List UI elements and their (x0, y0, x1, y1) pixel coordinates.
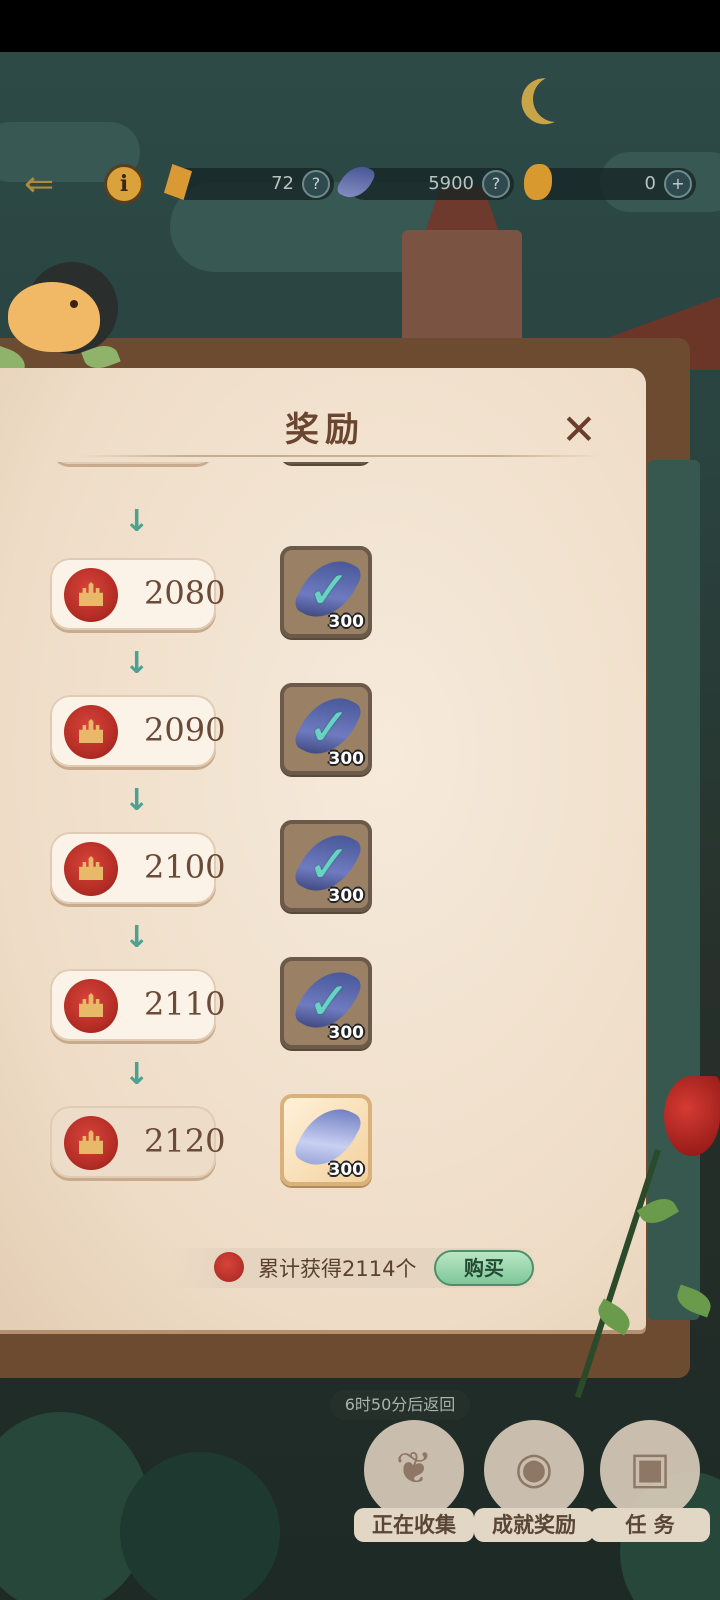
button-label: 任 务 (590, 1508, 710, 1542)
wax-seal-icon (64, 705, 118, 759)
threshold-pill: 2080 (50, 558, 225, 630)
reward-item[interactable]: ✓ 300 (280, 546, 372, 638)
resource-gold: 0 + (524, 164, 696, 200)
back-button[interactable]: ⇐ (24, 167, 74, 203)
list-item: 2090 ✓ 300 ↓ (0, 683, 640, 832)
threshold-value: 2120 (144, 1122, 226, 1160)
close-icon: ✕ (561, 405, 597, 454)
wax-seal-icon: ◉ (514, 1443, 554, 1494)
rose-decoration (664, 1076, 720, 1156)
reward-item[interactable]: ✓ 300 (280, 957, 372, 1049)
info-button[interactable]: i (104, 164, 144, 204)
threshold-pill: 2120 (50, 1106, 225, 1178)
top-hud: ⇐ i 72 ? 5900 ? 0 + (0, 159, 720, 210)
bird-mascot (8, 282, 100, 352)
reward-item[interactable]: 300 (280, 1094, 372, 1186)
threshold-pill: 2090 (50, 695, 225, 767)
reward-quantity: 300 (328, 1023, 365, 1043)
back-arrow-icon: ⇐ (24, 164, 55, 205)
reward-item[interactable]: ✓ 300 (280, 820, 372, 912)
help-button[interactable]: ? (302, 170, 330, 198)
tower (402, 230, 522, 350)
close-button[interactable]: ✕ (557, 408, 601, 452)
resource-value: 0 (644, 173, 656, 194)
arrow-down-icon: ↓ (124, 783, 150, 818)
info-icon: i (119, 171, 129, 197)
reward-list[interactable]: 300 ↓ 2080 ✓ 300 ↓ 2090 ✓ 300 ↓ 2100 (0, 462, 640, 1222)
threshold-pill (50, 462, 216, 464)
return-timer: 6时50分后返回 (330, 1390, 470, 1420)
arrow-down-icon: ↓ (124, 646, 150, 681)
reward-item[interactable]: 300 (280, 462, 372, 464)
wax-seal-icon (64, 842, 118, 896)
check-icon: ✓ (307, 835, 351, 895)
buy-button[interactable]: 购买 (434, 1250, 534, 1286)
wax-seal-icon (214, 1252, 244, 1282)
resource-feather: 5900 ? (335, 159, 514, 205)
gold-leaf-icon (524, 164, 552, 200)
threshold-pill: 2110 (50, 969, 225, 1041)
button-label: 正在收集 (354, 1508, 474, 1542)
list-item: 2120 300 (0, 1094, 640, 1222)
feather-icon: ❦ (395, 1443, 433, 1494)
amber-crystal-icon (164, 164, 192, 200)
total-collected-text: 累计获得2114个 (258, 1257, 417, 1281)
check-icon: ✓ (307, 561, 351, 621)
button-label: 成就奖励 (474, 1508, 594, 1542)
reward-quantity: 300 (328, 1160, 365, 1180)
status-bar (0, 0, 720, 52)
resource-value: 5900 (428, 173, 474, 194)
resource-value: 72 (271, 173, 294, 194)
reward-item[interactable]: ✓ 300 (280, 683, 372, 775)
check-icon: ✓ (307, 972, 351, 1032)
threshold-value: 2100 (144, 848, 226, 886)
add-button[interactable]: + (664, 170, 692, 198)
wax-seal-icon (64, 979, 118, 1033)
panel-title: 奖励 (285, 410, 365, 450)
check-icon: ✓ (307, 698, 351, 758)
book-icon: ▣ (629, 1443, 671, 1494)
list-item: 2110 ✓ 300 ↓ (0, 957, 640, 1106)
arrow-down-icon: ↓ (124, 920, 150, 955)
threshold-value: 2110 (144, 985, 226, 1023)
list-item: 2100 ✓ 300 ↓ (0, 820, 640, 969)
collecting-button[interactable]: ❦ 正在收集 (354, 1420, 474, 1550)
achievement-reward-button[interactable]: ◉ 成就奖励 (474, 1420, 594, 1550)
arrow-down-icon: ↓ (124, 1057, 150, 1092)
wax-seal-icon (64, 1116, 118, 1170)
resource-amber: 72 ? (164, 164, 334, 200)
tasks-button[interactable]: ▣ 任 务 (590, 1420, 710, 1550)
wax-seal-icon (64, 568, 118, 622)
help-button[interactable]: ? (482, 170, 510, 198)
threshold-pill: 2100 (50, 832, 225, 904)
feather-icon (335, 159, 377, 205)
list-item: 2080 ✓ 300 ↓ (0, 546, 640, 695)
arrow-down-icon: ↓ (124, 504, 150, 539)
threshold-value: 2080 (144, 574, 226, 612)
divider (80, 455, 600, 457)
reward-quantity: 300 (328, 612, 365, 632)
list-item: 300 (0, 462, 640, 549)
threshold-value: 2090 (144, 711, 226, 749)
bird-eye (70, 300, 78, 308)
book-page-edge (648, 460, 700, 1320)
reward-quantity: 300 (328, 749, 365, 769)
reward-quantity: 300 (328, 886, 365, 906)
